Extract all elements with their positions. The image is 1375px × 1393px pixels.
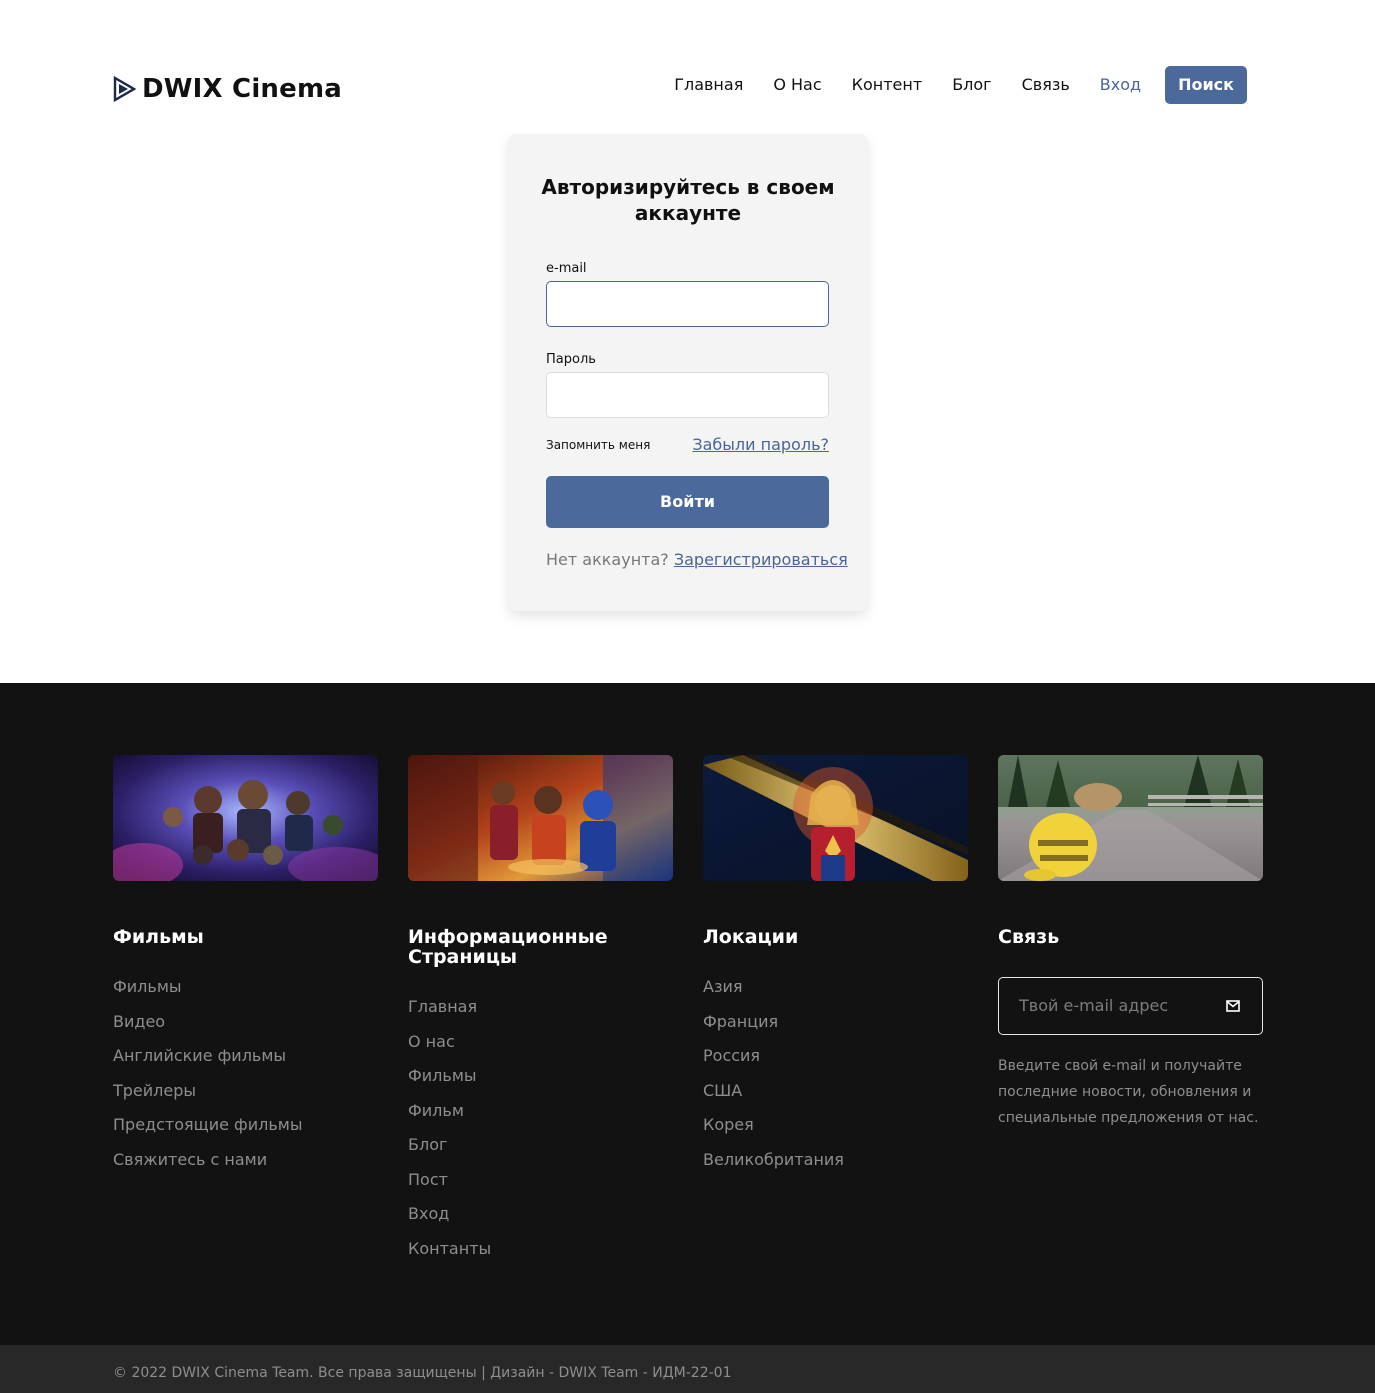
- login-card: Авторизируйтесь в своем аккаунте e-mail …: [508, 134, 868, 611]
- newsletter-email-field[interactable]: Твой e-mail адрес: [998, 977, 1263, 1035]
- brand-logo[interactable]: DWIX Cinema: [113, 74, 342, 104]
- register-link[interactable]: Зарегистрироваться: [674, 550, 848, 569]
- footer-col-title: Локации: [703, 926, 799, 948]
- nav-item-login[interactable]: Вход: [1100, 66, 1141, 104]
- footer-link[interactable]: Предстоящие фильмы: [113, 1115, 378, 1135]
- nav-item-contact[interactable]: Связь: [1022, 66, 1070, 104]
- footer-link[interactable]: Фильм: [408, 1101, 673, 1121]
- login-button[interactable]: Войти: [546, 476, 829, 528]
- footer-col-title: Связь: [998, 926, 1060, 948]
- copyright-text: © 2022 DWIX Cinema Team. Все права защищ…: [113, 1365, 732, 1381]
- pikachu-scene-image[interactable]: [998, 755, 1263, 881]
- avengers-poster-image[interactable]: [113, 755, 378, 881]
- mail-icon[interactable]: [1226, 1000, 1240, 1012]
- footer-link[interactable]: Корея: [703, 1115, 968, 1135]
- play-logo-icon: [113, 75, 137, 103]
- footer-link[interactable]: Английские фильмы: [113, 1046, 378, 1066]
- footer-link[interactable]: Фильмы: [408, 1066, 673, 1086]
- login-title: Авторизируйтесь в своем аккаунте: [541, 175, 835, 225]
- footer-link[interactable]: Франция: [703, 1012, 968, 1032]
- forgot-password-link[interactable]: Забыли пароль?: [692, 435, 829, 454]
- password-label: Пароль: [546, 352, 596, 367]
- footer-col-locations: Локации Азия Франция Россия США Корея Ве…: [703, 927, 968, 1184]
- newsletter-note: Введите свой e-mail и получайте последни…: [998, 1058, 1259, 1126]
- copyright-bar: © 2022 DWIX Cinema Team. Все права защищ…: [0, 1345, 1375, 1393]
- footer-col-title: Информационные Страницы: [408, 926, 608, 968]
- nav-item-home[interactable]: Главная: [674, 66, 743, 104]
- footer-link[interactable]: Контанты: [408, 1239, 673, 1259]
- footer-link[interactable]: Трейлеры: [113, 1081, 378, 1101]
- footer-links: Фильмы Видео Английские фильмы Трейлеры …: [113, 977, 378, 1170]
- captain-marvel-poster-image[interactable]: [703, 755, 968, 881]
- footer-links: Главная О нас Фильмы Фильм Блог Пост Вхо…: [408, 997, 673, 1259]
- footer-link[interactable]: Азия: [703, 977, 968, 997]
- footer-link[interactable]: О нас: [408, 1032, 673, 1052]
- remember-me-checkbox[interactable]: Запомнить меня: [546, 438, 650, 452]
- password-field[interactable]: [546, 372, 829, 418]
- main-nav: Главная О Нас Контент Блог Связь Вход По…: [644, 66, 1247, 104]
- footer-link[interactable]: Главная: [408, 997, 673, 1017]
- brand-name: DWIX Cinema: [142, 74, 343, 104]
- nav-item-about[interactable]: О Нас: [773, 66, 821, 104]
- footer-link[interactable]: Великобритания: [703, 1150, 968, 1170]
- nav-item-blog[interactable]: Блог: [952, 66, 991, 104]
- nav-item-content[interactable]: Контент: [852, 66, 923, 104]
- footer-link[interactable]: Блог: [408, 1135, 673, 1155]
- footer-link[interactable]: Фильмы: [113, 977, 378, 997]
- search-button[interactable]: Поиск: [1165, 66, 1247, 104]
- newsletter-placeholder: Твой e-mail адрес: [1019, 996, 1169, 1015]
- footer-col-title: Фильмы: [113, 926, 204, 948]
- footer-col-contact: Связь: [998, 927, 1263, 947]
- site-header: DWIX Cinema Главная О Нас Контент Блог С…: [0, 0, 1375, 130]
- email-label: e-mail: [546, 261, 587, 276]
- footer-link[interactable]: Свяжитесь с нами: [113, 1150, 378, 1170]
- footer-link[interactable]: Видео: [113, 1012, 378, 1032]
- register-prompt: Нет аккаунта? Зарегистрироваться: [546, 550, 848, 569]
- footer-col-info: Информационные Страницы Главная О нас Фи…: [408, 927, 673, 1273]
- footer-link[interactable]: Вход: [408, 1204, 673, 1224]
- site-footer: Фильмы Фильмы Видео Английские фильмы Тр…: [0, 683, 1375, 1345]
- footer-link[interactable]: Россия: [703, 1046, 968, 1066]
- aladdin-poster-image[interactable]: [408, 755, 673, 881]
- footer-links: Азия Франция Россия США Корея Великобрит…: [703, 977, 968, 1170]
- footer-link[interactable]: США: [703, 1081, 968, 1101]
- footer-link[interactable]: Пост: [408, 1170, 673, 1190]
- footer-col-films: Фильмы Фильмы Видео Английские фильмы Тр…: [113, 927, 378, 1184]
- no-account-text: Нет аккаунта?: [546, 550, 669, 569]
- email-field[interactable]: [546, 281, 829, 327]
